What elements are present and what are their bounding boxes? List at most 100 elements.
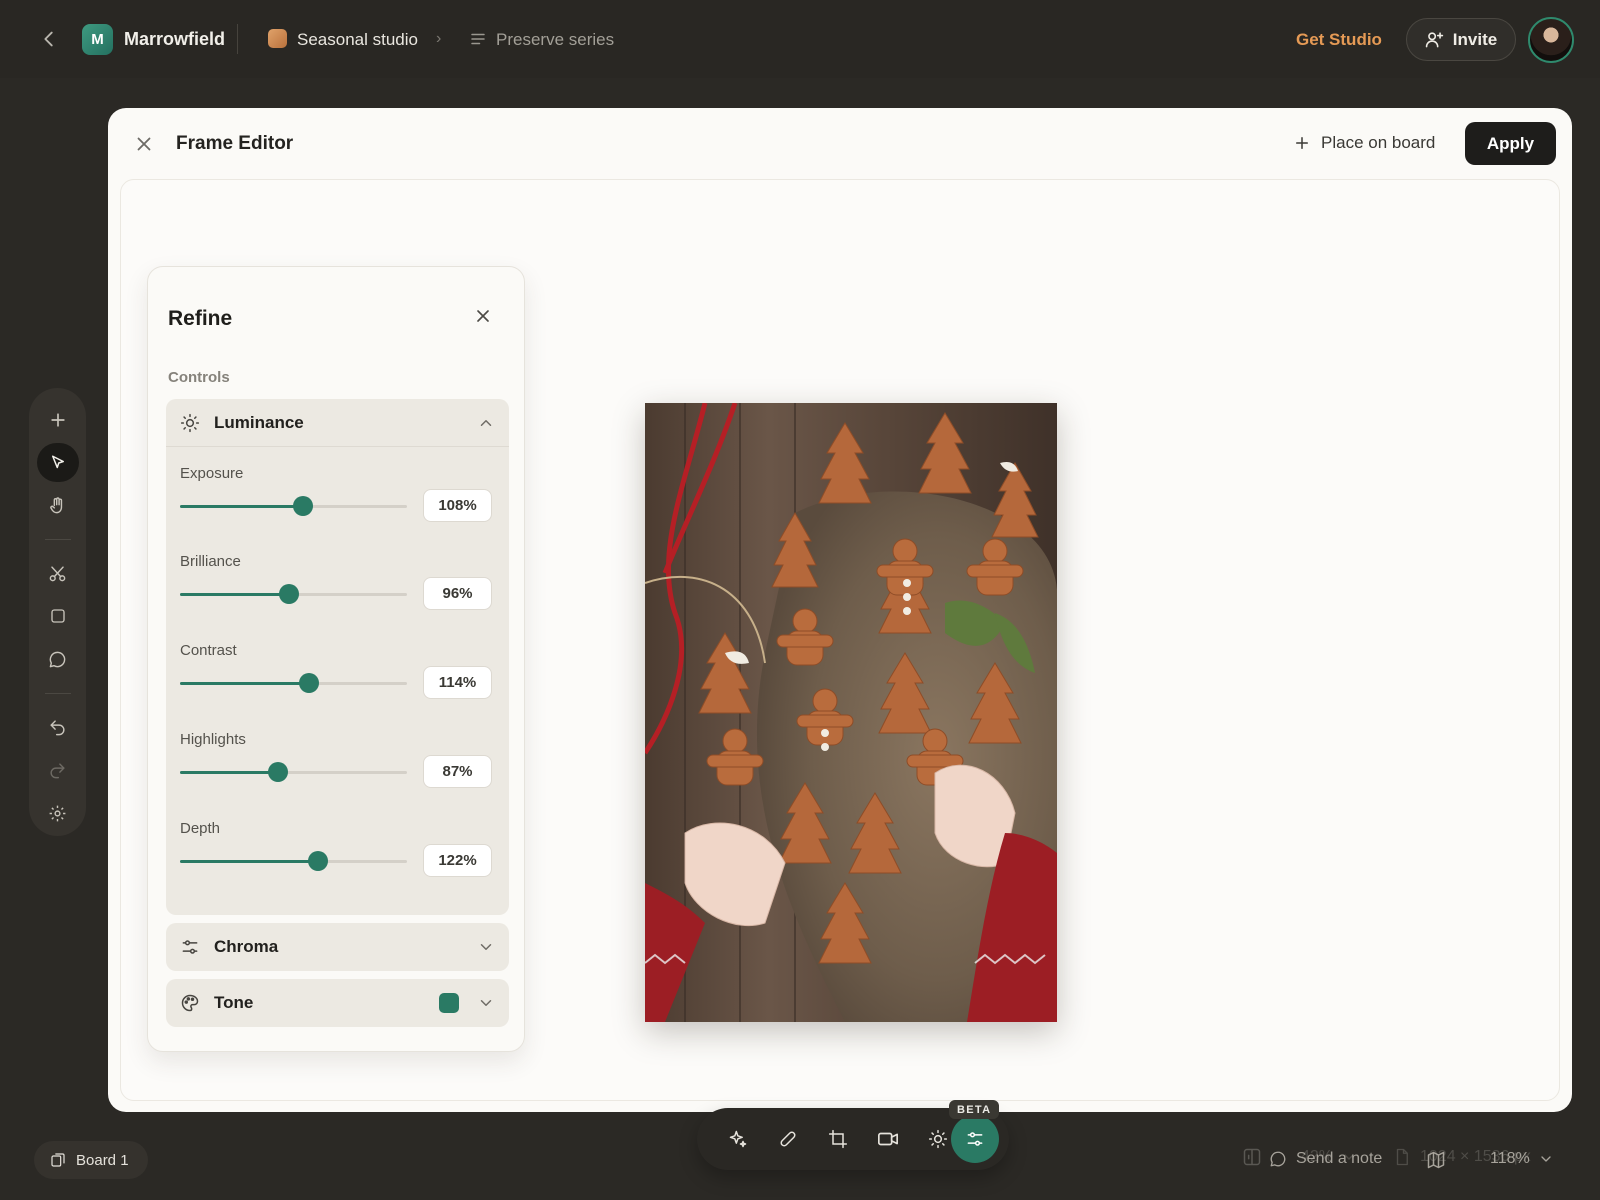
exposure-control: Exposure 108%	[180, 465, 496, 545]
breadcrumb-series[interactable]: Preserve series	[496, 30, 614, 50]
highlights-slider[interactable]	[180, 762, 407, 782]
exposure-value-input[interactable]: 108%	[423, 489, 492, 522]
video-icon[interactable]	[863, 1114, 913, 1164]
depth-value-input[interactable]: 122%	[423, 844, 492, 877]
plus-icon	[1293, 134, 1311, 152]
settings-icon[interactable]	[37, 793, 79, 833]
depth-control: Depth 122%	[180, 820, 496, 900]
square-icon[interactable]	[37, 597, 79, 637]
depth-label: Depth	[180, 820, 221, 837]
edited-photo[interactable]	[645, 403, 1057, 1022]
plus-icon[interactable]	[37, 400, 79, 440]
rail-divider	[44, 692, 71, 694]
scissors-icon[interactable]	[37, 554, 79, 594]
sun-icon	[180, 413, 200, 433]
board-zoom-dropdown[interactable]: 118%	[1490, 1150, 1554, 1168]
beta-badge: BETA	[949, 1100, 1000, 1119]
top-bar: M Marrowfield Seasonal studio › Preserve…	[0, 0, 1600, 78]
tone-color-swatch[interactable]	[439, 993, 459, 1013]
luminance-section: Luminance Exposure 108% Brilliance 96% C…	[166, 399, 509, 915]
chroma-header[interactable]: Chroma	[166, 923, 509, 971]
modal-title: Frame Editor	[176, 133, 294, 154]
place-on-board-label: Place on board	[1321, 133, 1436, 152]
redo-icon[interactable]	[37, 751, 79, 791]
map-icon[interactable]	[1426, 1150, 1448, 1172]
contrast-slider[interactable]	[180, 673, 407, 693]
send-note-label: Send a note	[1296, 1150, 1383, 1167]
chroma-label: Chroma	[214, 937, 279, 956]
undo-icon[interactable]	[37, 708, 79, 748]
highlights-slider-fill	[180, 771, 278, 774]
invite-label: Invite	[1452, 29, 1498, 49]
rail-divider	[44, 539, 71, 540]
tone-section: Tone	[166, 979, 509, 1027]
comment-icon	[1269, 1150, 1287, 1168]
pointer-icon[interactable]	[36, 442, 79, 483]
send-note-button[interactable]: Send a note	[1269, 1150, 1382, 1168]
invite-button[interactable]: Invite	[1406, 18, 1516, 61]
board-zoom-value: 118%	[1490, 1150, 1530, 1167]
refine-panel: Refine Controls Luminance Exposure 108% …	[147, 266, 525, 1052]
contrast-value-input[interactable]: 114%	[423, 666, 492, 699]
user-avatar[interactable]	[1528, 17, 1574, 63]
compare-icon[interactable]	[1242, 1147, 1262, 1167]
adjust-sliders-icon[interactable]	[951, 1115, 999, 1163]
tone-header[interactable]: Tone	[166, 979, 509, 1027]
luminance-header[interactable]: Luminance	[166, 399, 509, 447]
contrast-slider-thumb[interactable]	[299, 673, 320, 693]
app-logo[interactable]: M	[82, 24, 113, 55]
sparkle-icon[interactable]	[713, 1114, 763, 1164]
crop-icon[interactable]	[813, 1114, 863, 1164]
comment-icon[interactable]	[37, 639, 79, 679]
app-logo-letter: M	[91, 31, 104, 48]
depth-slider-thumb[interactable]	[308, 851, 329, 871]
file-icon	[1393, 1148, 1411, 1166]
bandage-icon[interactable]	[763, 1114, 813, 1164]
apply-button[interactable]: Apply	[1465, 122, 1556, 165]
place-on-board-button[interactable]: Place on board	[1293, 133, 1435, 153]
close-icon[interactable]	[133, 133, 155, 155]
contrast-slider-fill	[180, 682, 310, 685]
brilliance-value-input[interactable]: 96%	[423, 577, 492, 610]
chevron-down-icon	[477, 938, 495, 956]
controls-heading: Controls	[168, 369, 230, 386]
depth-slider[interactable]	[180, 851, 407, 871]
back-chevron-icon[interactable]	[38, 28, 60, 50]
contrast-control: Contrast 114%	[180, 642, 496, 722]
breadcrumb-separator: ›	[436, 30, 442, 47]
brilliance-slider[interactable]	[180, 584, 407, 604]
depth-slider-fill	[180, 860, 319, 863]
close-icon[interactable]	[473, 306, 495, 328]
get-studio-link[interactable]: Get Studio	[1296, 30, 1382, 50]
highlights-slider-thumb[interactable]	[267, 762, 288, 782]
brilliance-control: Brilliance 96%	[180, 553, 496, 633]
photo-illustration	[645, 403, 1057, 1022]
brilliance-slider-fill	[180, 593, 289, 596]
highlights-label: Highlights	[180, 731, 246, 748]
list-icon	[469, 30, 487, 48]
exposure-slider[interactable]	[180, 496, 407, 516]
board-selector[interactable]: Board 1	[34, 1141, 148, 1179]
topbar-divider	[237, 24, 238, 54]
board-icon	[50, 1152, 66, 1168]
refine-title: Refine	[168, 307, 233, 330]
exposure-slider-fill	[180, 505, 303, 508]
app-name[interactable]: Marrowfield	[124, 29, 225, 50]
exposure-label: Exposure	[180, 465, 244, 482]
exposure-slider-thumb[interactable]	[292, 496, 313, 516]
hand-icon[interactable]	[37, 485, 79, 525]
tool-rail	[29, 388, 86, 836]
tone-label: Tone	[214, 993, 254, 1012]
palette-icon	[180, 993, 200, 1013]
studio-icon	[268, 29, 287, 48]
editor-canvas: Refine Controls Luminance Exposure 108% …	[120, 179, 1560, 1170]
contrast-label: Contrast	[180, 642, 237, 659]
highlights-value-input[interactable]: 87%	[423, 755, 492, 788]
breadcrumb-studio[interactable]: Seasonal studio	[297, 30, 418, 50]
brilliance-label: Brilliance	[180, 553, 241, 570]
highlights-control: Highlights 87%	[180, 731, 496, 811]
brilliance-slider-thumb[interactable]	[278, 584, 299, 604]
sliders-icon	[180, 937, 200, 957]
luminance-label: Luminance	[214, 412, 304, 432]
chevron-down-icon	[1538, 1151, 1554, 1167]
